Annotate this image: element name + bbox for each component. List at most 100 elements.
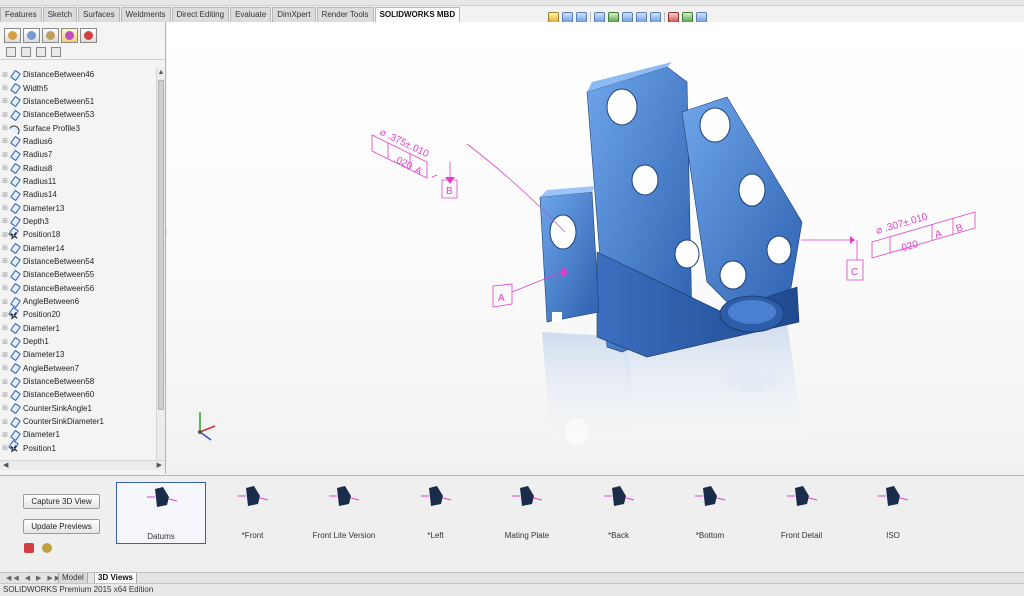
dynamic-annotation-icon[interactable]	[608, 11, 619, 23]
tree-item[interactable]: ⊞Position1	[0, 442, 156, 455]
expand-icon[interactable]: ⊞	[0, 404, 10, 412]
hide-show-items-icon[interactable]	[650, 11, 661, 23]
expand-icon[interactable]: ⊞	[0, 391, 10, 399]
copy-scheme-icon[interactable]	[36, 46, 46, 57]
expand-icon[interactable]: ⊞	[0, 244, 10, 252]
tree-item[interactable]: ⊞ Diameter13	[0, 201, 156, 214]
tab-render-tools[interactable]: Render Tools	[316, 7, 374, 22]
options-icon[interactable]	[42, 543, 52, 553]
tree-item[interactable]: ⊞ DistanceBetween55	[0, 268, 156, 281]
tree-item[interactable]: ⊞ DistanceBetween58	[0, 375, 156, 388]
tree-item[interactable]: ⊞ Diameter1	[0, 322, 156, 335]
view-card[interactable]: *Back	[574, 482, 664, 544]
view-card[interactable]: Datums	[116, 482, 206, 544]
view-card[interactable]: ISO	[848, 482, 938, 544]
tree-item[interactable]: ⊞Position20	[0, 308, 156, 321]
tree-item[interactable]: ⊞ Surface Profile3	[0, 121, 156, 134]
tab-surfaces[interactable]: Surfaces	[78, 7, 120, 22]
view-settings-icon[interactable]	[696, 11, 707, 23]
view-card[interactable]: Front Detail	[757, 482, 847, 544]
tree-vertical-scrollbar[interactable]: ▲	[156, 68, 165, 460]
tree-item[interactable]: ⊞ AngleBetween7	[0, 362, 156, 375]
view-card[interactable]: *Front	[208, 482, 298, 544]
previous-view-icon[interactable]	[576, 11, 587, 23]
apply-scene-icon[interactable]	[682, 11, 693, 23]
expand-icon[interactable]: ⊞	[0, 164, 10, 172]
tree-item[interactable]: ⊞ Radius7	[0, 148, 156, 161]
displaymanager-tab[interactable]	[80, 28, 97, 43]
featuremanager-tab[interactable]	[4, 28, 21, 43]
tab-dimxpert[interactable]: DimXpert	[272, 7, 316, 22]
display-style-icon[interactable]	[636, 11, 647, 23]
tree-item[interactable]: ⊞ DistanceBetween46	[0, 68, 156, 81]
auto-dimension-scheme-icon[interactable]	[6, 46, 16, 57]
zoom-to-area-icon[interactable]	[562, 11, 573, 23]
tab-nav-arrows-icon[interactable]: ◀◀ ◀ ▶ ▶▶	[6, 574, 62, 582]
configurationmanager-tab[interactable]	[42, 28, 59, 43]
tree-item[interactable]: ⊞ Radius14	[0, 188, 156, 201]
tree-item[interactable]: ⊞ Radius6	[0, 135, 156, 148]
zoom-to-fit-icon[interactable]	[548, 11, 559, 23]
tree-item[interactable]: ⊞ Radius11	[0, 175, 156, 188]
tab-solidworks-mbd[interactable]: SOLIDWORKS MBD	[374, 7, 461, 22]
tree-item[interactable]: ⊞Position18	[0, 228, 156, 241]
expand-icon[interactable]: ⊞	[0, 151, 10, 159]
tree-item[interactable]: ⊞ Diameter13	[0, 348, 156, 361]
delete-all-icon[interactable]	[51, 46, 61, 57]
scroll-up-icon[interactable]: ▲	[157, 68, 165, 77]
tree-item[interactable]: ⊞ DistanceBetween60	[0, 388, 156, 401]
expand-icon[interactable]: ⊞	[0, 137, 10, 145]
propertymanager-tab[interactable]	[23, 28, 40, 43]
edit-appearance-icon[interactable]	[668, 11, 679, 23]
publish-icon[interactable]	[24, 543, 34, 553]
tab-direct-editing[interactable]: Direct Editing	[171, 7, 230, 22]
expand-icon[interactable]: ⊞	[0, 378, 10, 386]
expand-icon[interactable]: ⊞	[0, 298, 10, 306]
expand-icon[interactable]: ⊞	[0, 351, 10, 359]
tree-item[interactable]: ⊞ Radius8	[0, 161, 156, 174]
tree-item[interactable]: ⊞ DistanceBetween53	[0, 108, 156, 121]
expand-icon[interactable]: ⊞	[0, 431, 10, 439]
tree-item[interactable]: ⊞ CounterSinkDiameter1	[0, 415, 156, 428]
tree-item[interactable]: ⊞ Depth3	[0, 215, 156, 228]
tree-item[interactable]: ⊞ Width5	[0, 81, 156, 94]
tree-item[interactable]: ⊞ Depth1	[0, 335, 156, 348]
expand-icon[interactable]: ⊞	[0, 217, 10, 225]
expand-icon[interactable]: ⊞	[0, 204, 10, 212]
tree-item[interactable]: ⊞ Diameter1	[0, 428, 156, 441]
view-card[interactable]: Front Lite Version	[299, 482, 389, 544]
view-card[interactable]: *Left	[391, 482, 481, 544]
expand-icon[interactable]: ⊞	[0, 111, 10, 119]
tree-item[interactable]: ⊞ CounterSinkAngle1	[0, 402, 156, 415]
tab-evaluate[interactable]: Evaluate	[230, 7, 272, 22]
view-card[interactable]: Mating Plate	[482, 482, 572, 544]
view-orientation-icon[interactable]	[622, 11, 633, 23]
expand-icon[interactable]: ⊞	[0, 257, 10, 265]
tree-item[interactable]: ⊞ DistanceBetween56	[0, 282, 156, 295]
tab-features[interactable]: Features	[0, 7, 42, 22]
expand-icon[interactable]: ⊞	[0, 84, 10, 92]
dimxpertmanager-tab[interactable]	[61, 28, 78, 43]
expand-icon[interactable]: ⊞	[0, 97, 10, 105]
scroll-right-icon[interactable]: ▶	[157, 461, 162, 470]
expand-icon[interactable]: ⊞	[0, 364, 10, 372]
expand-icon[interactable]: ⊞	[0, 324, 10, 332]
expand-icon[interactable]: ⊞	[0, 338, 10, 346]
expand-icon[interactable]: ⊞	[0, 271, 10, 279]
expand-icon[interactable]: ⊞	[0, 191, 10, 199]
view-card[interactable]: *Bottom	[665, 482, 755, 544]
tree-item[interactable]: ⊞ DistanceBetween51	[0, 95, 156, 108]
tree-horizontal-scrollbar[interactable]: ◀ ▶	[0, 460, 165, 470]
expand-icon[interactable]: ⊞	[0, 71, 10, 79]
tab-sketch[interactable]: Sketch	[42, 7, 78, 22]
expand-icon[interactable]: ⊞	[0, 418, 10, 426]
tab-weldments[interactable]: Weldments	[120, 7, 171, 22]
scrollbar-thumb[interactable]	[158, 80, 164, 410]
update-previews-button[interactable]: Update Previews	[23, 519, 100, 534]
expand-icon[interactable]: ⊞	[0, 284, 10, 292]
graphics-area[interactable]: ⌀ .375±.010 .020 A B A C ⌀ .307±.010 .02…	[167, 22, 1024, 474]
tree-item[interactable]: ⊞ AngleBetween6	[0, 295, 156, 308]
capture-3d-view-button[interactable]: Capture 3D View	[23, 494, 100, 509]
scroll-left-icon[interactable]: ◀	[3, 461, 8, 470]
tolstatus-icon[interactable]	[21, 46, 31, 57]
